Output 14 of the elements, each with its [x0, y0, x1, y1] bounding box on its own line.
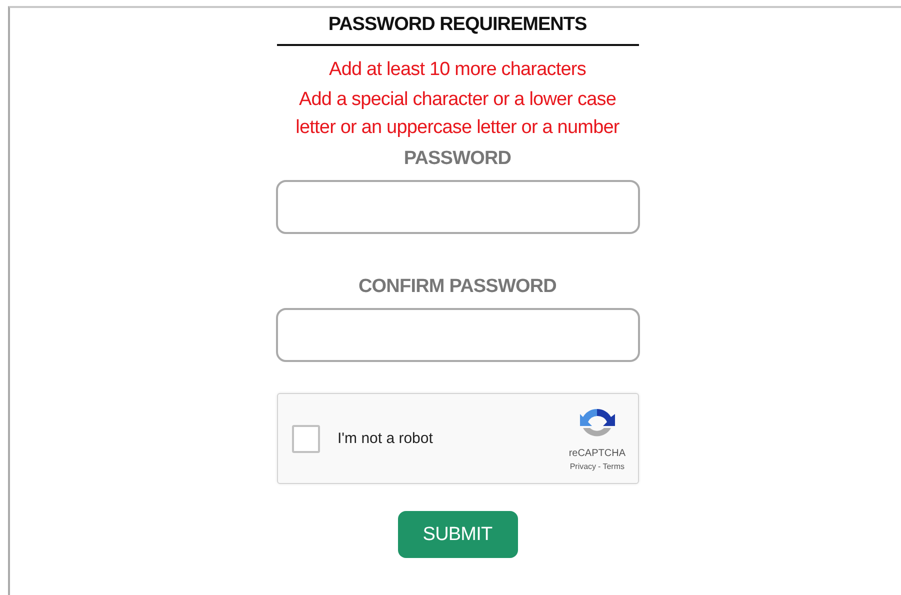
requirement-message: Add at least 10 more characters	[329, 58, 586, 82]
captcha-checkbox[interactable]	[292, 424, 320, 452]
section-title: PASSWORD REQUIREMENTS	[276, 14, 638, 46]
field-label: PASSWORD	[404, 148, 512, 170]
requirement-message: Add a special character or a lower case letter or an uppercase letter or a number	[294, 88, 620, 140]
password-field[interactable]	[276, 308, 640, 362]
terms-link[interactable]: Terms	[602, 462, 624, 471]
link-separator: -	[598, 462, 601, 471]
captcha-label: I'm not a robot	[338, 430, 434, 447]
submit-button[interactable]: SUBMIT	[398, 511, 518, 558]
privacy-link[interactable]: Privacy	[570, 462, 596, 471]
brand-text: reCAPTCHA	[568, 448, 626, 459]
field-label: CONFIRM PASSWORD	[358, 276, 557, 298]
password-field[interactable]	[276, 180, 640, 234]
